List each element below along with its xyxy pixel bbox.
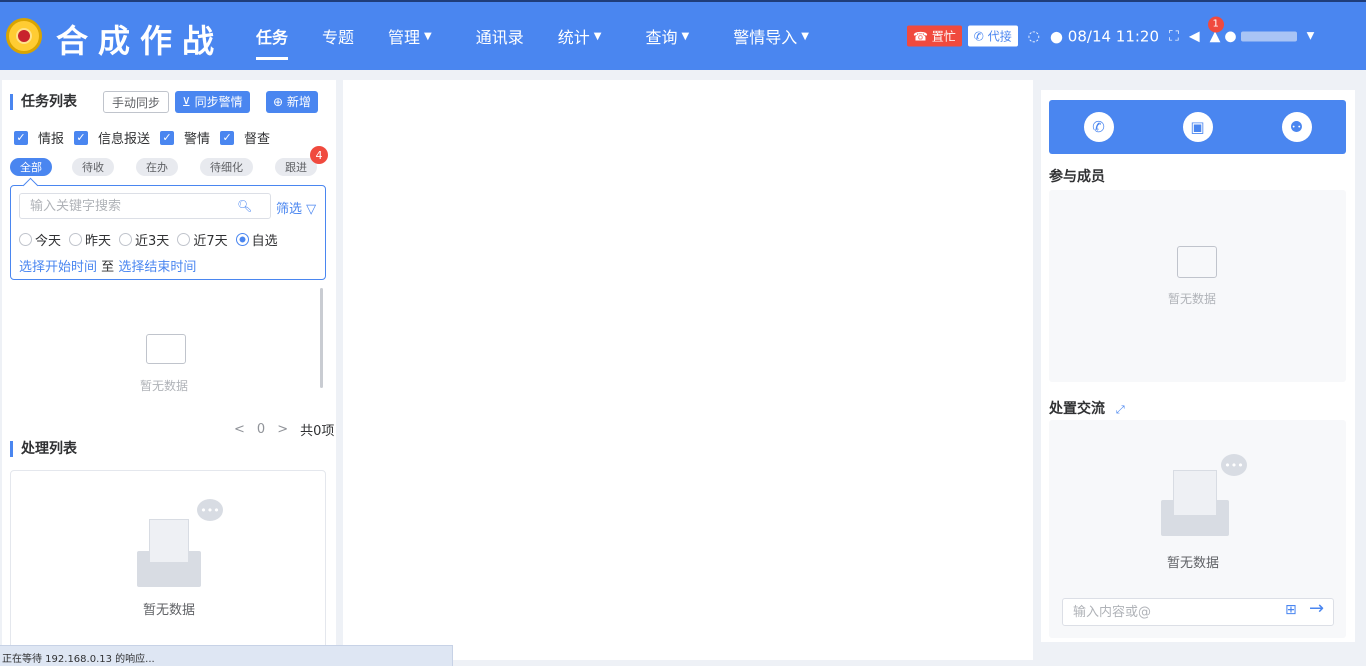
- chat-dots-icon: •••: [1221, 454, 1247, 476]
- follow-up-badge: 4: [310, 146, 328, 164]
- search-icon[interactable]: 🔍︎: [237, 199, 252, 213]
- clock-icon: ●: [1049, 27, 1064, 45]
- nav-item-query[interactable]: 查询 ▼: [645, 2, 689, 70]
- radio-custom[interactable]: [235, 233, 249, 246]
- fullscreen-icon[interactable]: ⛶: [1169, 28, 1179, 44]
- radio-last-3-days[interactable]: [119, 233, 133, 246]
- empty-inbox-icon: [146, 334, 186, 364]
- tab-follow-up[interactable]: 跟进: [275, 158, 317, 176]
- browser-status-bar: 正在等待 192.168.0.13 的响应...: [0, 645, 453, 666]
- hangup-icon: ☎: [913, 29, 928, 44]
- task-list-title: 任务列表: [10, 94, 77, 110]
- radio-yesterday[interactable]: [69, 233, 83, 246]
- add-task-button[interactable]: ⊕ 新增: [266, 91, 318, 113]
- process-list-empty-text: 暂无数据: [143, 603, 196, 618]
- bell-icon[interactable]: ▲ 1: [1207, 16, 1224, 44]
- next-page-icon[interactable]: >: [277, 422, 288, 437]
- checkbox-supervision[interactable]: ✓: [220, 130, 235, 145]
- members-panel: 暂无数据: [1049, 190, 1346, 382]
- nav-item-alert-import[interactable]: 警情导入 ▼: [733, 2, 809, 70]
- plus-circle-icon: ⊕: [273, 95, 284, 109]
- tab-pending-receive[interactable]: 待收: [72, 158, 114, 176]
- date-radio-group: 今天 昨天 近3天 近7天 自选: [19, 230, 286, 249]
- proxy-answer-button[interactable]: ✆ 代接: [967, 25, 1018, 47]
- contacts-book-icon[interactable]: ▣: [1182, 112, 1213, 142]
- nav-item-stats[interactable]: 统计 ▼: [558, 2, 602, 70]
- manual-sync-button[interactable]: 手动同步: [103, 91, 170, 113]
- type-filter-checkboxes: ✓ 情报 ✓ 信息报送 ✓ 警情 ✓ 督查: [14, 128, 280, 147]
- filter-button[interactable]: 筛选 ▽: [276, 198, 316, 217]
- funnel-icon: ⊻: [182, 95, 191, 109]
- tab-all[interactable]: 全部: [10, 158, 52, 176]
- empty-doc-icon: [1173, 470, 1217, 516]
- chat-empty-text: 暂无数据: [1167, 556, 1220, 571]
- process-list-card: ••• 暂无数据: [10, 470, 326, 650]
- task-list-empty-text: 暂无数据: [140, 379, 189, 393]
- funnel-icon: ▽: [306, 202, 317, 217]
- top-navbar: 合成作战 任务 专题 管理 ▼ 通讯录 统计 ▼ 查询 ▼ 警情导入 ▼ ☎ 置忙 ✆ …: [0, 0, 1366, 70]
- caret-down-icon: ▼: [801, 30, 809, 42]
- page-number[interactable]: 0: [257, 422, 265, 437]
- speaker-icon[interactable]: ◀: [1189, 28, 1200, 44]
- pagination: < 0 > 共0项: [234, 420, 334, 439]
- phone-icon: ✆: [973, 29, 984, 44]
- attach-file-icon[interactable]: ⊞: [1285, 602, 1297, 618]
- caret-down-icon[interactable]: ▼: [1307, 31, 1315, 42]
- total-count: 共0项: [300, 424, 335, 439]
- search-input[interactable]: [19, 193, 271, 219]
- start-time-picker[interactable]: 选择开始时间: [19, 260, 97, 275]
- send-arrow-icon[interactable]: →: [1309, 598, 1324, 619]
- clock: ● 08/14 11:20: [1049, 27, 1160, 45]
- members-empty-text: 暂无数据: [1168, 292, 1217, 306]
- chat-title: 处置交流 ⤢: [1049, 401, 1125, 417]
- checkbox-alert[interactable]: ✓: [160, 130, 175, 145]
- chat-dots-icon: •••: [197, 499, 223, 521]
- caret-down-icon: ▼: [424, 30, 432, 42]
- members-title: 参与成员: [1049, 169, 1105, 185]
- user-icon[interactable]: ●: [1224, 28, 1236, 44]
- police-badge-logo: [6, 18, 42, 54]
- caret-down-icon: ▼: [593, 30, 602, 42]
- app-title: 合成作战: [56, 22, 225, 60]
- prev-page-icon[interactable]: <: [234, 422, 245, 437]
- search-filter-box: 🔍︎ 筛选 ▽ 今天 昨天 近3天 近7天 自选 选择开始时间 至 选择结束时间: [10, 185, 326, 280]
- process-list-title: 处理列表: [10, 441, 77, 457]
- empty-doc-icon: [149, 519, 189, 563]
- phone-call-icon[interactable]: ✆: [1083, 112, 1114, 142]
- sync-alerts-button[interactable]: ⊻ 同步警情: [175, 91, 250, 113]
- chat-bubble-icon[interactable]: ◌: [1028, 28, 1040, 44]
- scrollbar[interactable]: [320, 288, 323, 388]
- checkbox-intel[interactable]: ✓: [14, 130, 28, 145]
- busy-button[interactable]: ☎ 置忙: [907, 25, 962, 47]
- nav-item-topic[interactable]: 专题: [322, 2, 354, 70]
- right-panel: ✆ ▣ ⚉ 参与成员 暂无数据 处置交流 ⤢ ••• 暂无数据 ⊞ →: [1041, 90, 1355, 642]
- status-tabs: 全部 待收 在办 待细化 跟进: [10, 158, 317, 176]
- nav-item-contacts[interactable]: 通讯录: [476, 2, 524, 70]
- tab-pending-detail[interactable]: 待细化: [200, 158, 253, 176]
- end-time-picker[interactable]: 选择结束时间: [118, 260, 196, 275]
- date-range: 选择开始时间 至 选择结束时间: [19, 260, 197, 275]
- radio-last-7-days[interactable]: [177, 233, 191, 246]
- tab-in-progress[interactable]: 在办: [136, 158, 178, 176]
- caret-down-icon: ▼: [681, 30, 690, 42]
- main-content-area: [343, 80, 1033, 660]
- topbar-tools: ☎ 置忙 ✆ 代接 ◌ ● 08/14 11:20 ⛶ ◀ ▲ 1 ● ▼: [907, 16, 1315, 47]
- main-nav: 任务 专题 管理 ▼ 通讯录 统计 ▼ 查询 ▼ 警情导入 ▼: [256, 2, 843, 70]
- nav-item-task[interactable]: 任务: [256, 2, 289, 70]
- expand-icon[interactable]: ⤢: [1116, 403, 1125, 416]
- radio-today[interactable]: [19, 233, 32, 246]
- username-redacted[interactable]: [1240, 31, 1297, 41]
- checkbox-info-report[interactable]: ✓: [74, 130, 89, 145]
- notification-badge: 1: [1207, 16, 1224, 32]
- contact-actions-bar: ✆ ▣ ⚉: [1049, 100, 1346, 154]
- nav-item-manage[interactable]: 管理 ▼: [388, 2, 432, 70]
- person-profile-icon[interactable]: ⚉: [1281, 112, 1312, 142]
- empty-inbox-icon: [1177, 246, 1217, 278]
